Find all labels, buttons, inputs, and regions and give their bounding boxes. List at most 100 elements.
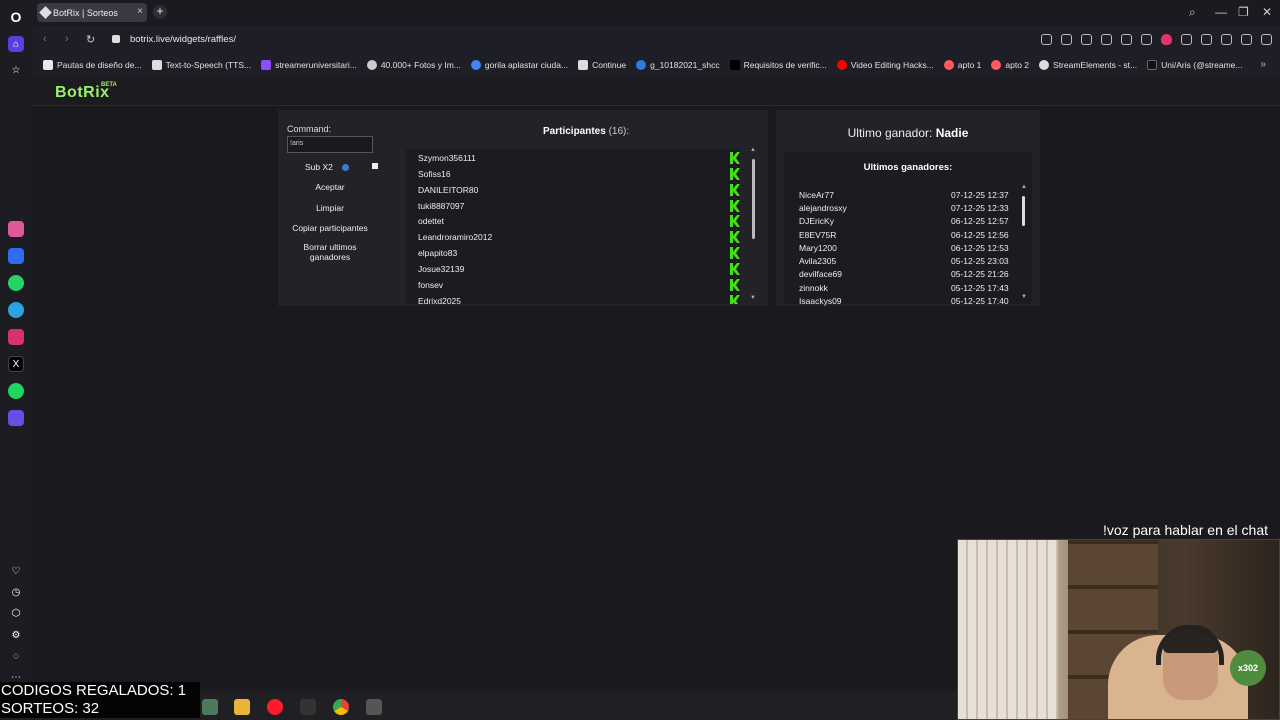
search-icon[interactable] [1041,34,1052,45]
winners-list[interactable]: Ultimos ganadores: NiceAr77 07-12-25 12:… [784,152,1032,306]
favorite-heart-icon[interactable] [1161,34,1172,45]
tips-icon[interactable]: ◌ [8,648,24,664]
heart-icon[interactable]: ♡ [8,563,24,579]
url-field[interactable]: botrix.live/widgets/raffles/ [130,34,236,45]
winner-name: Isaackys09 [799,296,842,306]
bookmark-label: Text-to-Speech (TTS... [165,60,252,70]
winner-date: 05-12-25 17:40 [951,296,1009,306]
participant-name: tuki8887097 [418,201,465,211]
winners-list-title: Ultimos ganadores: [863,162,953,173]
winner-name: Avila2305 [799,256,837,266]
bookmark-item[interactable]: gorila aplastar ciuda... [470,60,568,70]
extensions-toolbar-icon[interactable] [1261,34,1272,45]
bookmark-item[interactable]: StreamElements - st... [1039,60,1137,70]
file-explorer-icon[interactable] [234,699,250,715]
scroll-up-icon[interactable]: ▲ [750,147,756,153]
bookmark-icon [366,60,377,70]
scroll-down-icon[interactable]: ▼ [750,295,756,301]
tab-close-button[interactable]: × [137,6,143,17]
menu-icon[interactable] [1201,34,1212,45]
restore-icon[interactable]: ❐ [1238,5,1249,19]
kick-icon [730,231,740,243]
history-icon[interactable]: ◷ [8,584,24,600]
accept-button[interactable]: Aceptar [287,182,373,192]
window-blinds [958,540,1058,719]
x-icon[interactable]: X [8,356,24,372]
shield-icon[interactable] [1101,34,1112,45]
download-icon[interactable] [1181,34,1192,45]
extensions-icon[interactable]: ⬡ [8,605,24,621]
whatsapp-icon[interactable] [8,275,24,291]
bookmark-item[interactable]: apto 2 [991,60,1029,70]
close-window-icon[interactable]: ✕ [1262,5,1272,19]
settings-icon[interactable]: ⚙ [8,627,24,643]
bookmark-item[interactable]: Requisitos de verific... [729,60,827,70]
chrome-icon[interactable] [333,699,349,715]
winner-date: 06-12-25 12:57 [951,216,1009,226]
bookmarks-overflow-icon[interactable]: » [1260,59,1266,70]
bookmark-item[interactable]: Uni/Aris (@streame... [1147,60,1243,70]
scroll-down-icon[interactable]: ▼ [1021,294,1027,300]
minimize-icon[interactable]: — [1215,5,1227,19]
new-tab-button[interactable]: + [153,5,167,19]
bookmark-item[interactable]: apto 1 [943,60,981,70]
scroll-thumb[interactable] [752,159,755,239]
winner-date: 05-12-25 21:26 [951,269,1009,279]
participants-scrollbar[interactable]: ▲ ▼ [750,147,758,304]
stream-counter-overlay: CODIGOS REGALADOS: 1 SORTEOS: 32 [0,682,200,718]
bookmark-item[interactable]: g_10182021_shcc [636,60,720,70]
instagram-icon[interactable] [8,329,24,345]
tiktok-icon [1147,60,1158,70]
vpn-icon[interactable] [1121,34,1132,45]
edit-icon[interactable] [1061,34,1072,45]
bookmarks-bar: Pautas de diseño de... Text-to-Speech (T… [33,54,1280,76]
airbnb-icon [991,60,1002,70]
bookmark-icon [261,60,272,70]
telegram-icon[interactable] [8,302,24,318]
streamelements-icon [1039,60,1050,70]
tab-botrix[interactable]: BotRix | Sorteos × [37,3,147,22]
aria-icon[interactable] [8,221,24,237]
star-icon[interactable]: ☆ [8,62,24,78]
spotify-icon[interactable] [8,383,24,399]
bookmark-item[interactable]: Pautas de diseño de... [43,60,142,70]
info-icon[interactable] [342,164,349,171]
bookmark-label: streameruniversitari... [275,60,357,70]
clear-button[interactable]: Limpiar [287,203,373,213]
player-icon[interactable] [8,410,24,426]
opera-logo-icon[interactable]: O [8,9,24,25]
botrix-favicon-icon [39,6,52,19]
search-tabs-icon[interactable]: ⌕ [1189,5,1196,20]
home-icon[interactable]: ⌂ [8,36,24,52]
bookmark-label: Continue [592,60,627,70]
bookmark-item[interactable]: Video Editing Hacks... [836,60,934,70]
landscape-app-icon[interactable] [202,699,218,715]
profile-icon[interactable] [1221,34,1232,45]
command-input[interactable]: !aris [287,136,373,153]
bookmark-item[interactable]: Continue [578,60,626,70]
winner-date: 05-12-25 17:43 [951,283,1009,293]
scroll-up-icon[interactable]: ▲ [1021,184,1027,190]
winners-scrollbar[interactable]: ▲ ▼ [1021,184,1027,304]
delete-winners-button[interactable]: Borrar ultimos ganadores [287,242,373,262]
copy-participants-button[interactable]: Copiar participantes [287,223,373,233]
winner-name: alejandrosxy [799,203,847,213]
scroll-thumb[interactable] [1022,196,1025,226]
ai-icon[interactable] [1241,34,1252,45]
messenger-icon[interactable] [8,248,24,264]
bookmark-item[interactable]: Text-to-Speech (TTS... [151,60,252,70]
play-icon[interactable] [1141,34,1152,45]
opera-taskbar-icon[interactable] [267,699,283,715]
forward-icon[interactable]: › [65,33,69,45]
window-app-icon[interactable] [366,699,382,715]
back-icon[interactable]: ‹ [43,33,47,45]
reload-icon[interactable]: ↻ [86,33,95,46]
participants-list[interactable]: Szymon356111 Sofiss16 DANILEITOR80 tuki8… [406,149,740,304]
bookmark-icon [636,60,647,70]
camera-icon[interactable] [1081,34,1092,45]
raffles-counter: SORTEOS: 32 [1,700,100,717]
bookmark-item[interactable]: 40.000+ Fotos y Im... [366,60,461,70]
app-taskbar-icon[interactable] [300,699,316,715]
sub-x2-checkbox[interactable] [372,163,378,169]
bookmark-item[interactable]: streameruniversitari... [261,60,357,70]
